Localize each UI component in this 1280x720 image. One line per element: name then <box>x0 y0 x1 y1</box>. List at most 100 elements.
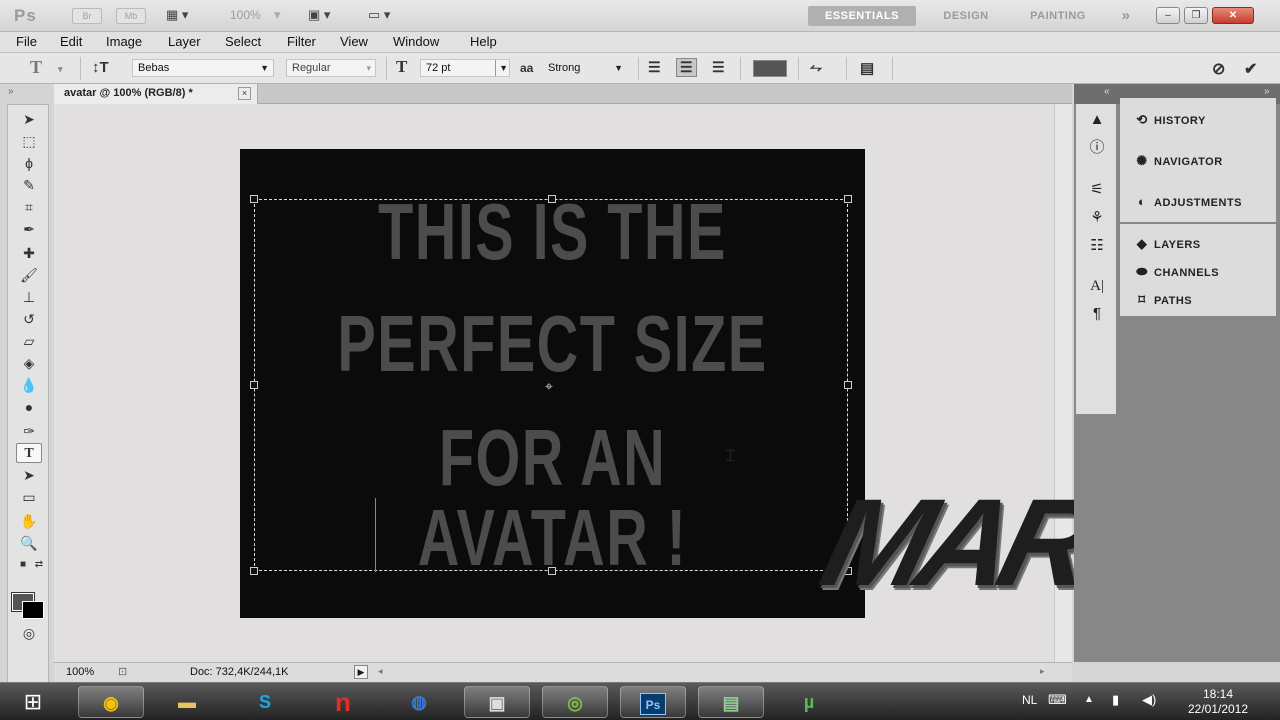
taskbar-photoshop[interactable]: Ps <box>620 686 686 718</box>
taskbar-camtasia[interactable]: ▤ <box>698 686 764 718</box>
type-tool-icon[interactable]: T <box>16 443 42 463</box>
network-icon[interactable]: ▮ <box>1112 692 1119 708</box>
healing-brush-tool-icon[interactable]: ✚ <box>16 243 42 263</box>
restore-button[interactable]: ❐ <box>1184 7 1208 24</box>
zoom-level[interactable]: 100% <box>230 8 261 22</box>
panel-adjustments[interactable]: ◐ ADJUSTMENTS <box>1130 192 1276 212</box>
background-color-swatch[interactable] <box>22 601 44 619</box>
font-style-dropdown[interactable]: Regular ▾ <box>286 59 376 77</box>
panel-channels[interactable]: ⬬ CHANNELS <box>1130 262 1276 282</box>
zoom-tool-icon[interactable]: 🔍 <box>16 533 42 553</box>
mini-bridge-button[interactable]: Mb <box>116 8 146 24</box>
status-zoom[interactable]: 100% <box>66 666 94 678</box>
swap-colors-icon[interactable]: ⇄ <box>26 555 52 575</box>
paint-bucket-tool-icon[interactable]: ◈ <box>16 353 42 373</box>
arrange-documents-icon[interactable]: ▣ ▾ <box>308 7 330 23</box>
more-workspaces-icon[interactable]: » <box>1112 6 1140 26</box>
move-tool-icon[interactable]: ➤ <box>16 109 42 129</box>
screen-mode-icon[interactable]: ▭ ▾ <box>368 7 390 23</box>
menu-layer[interactable]: Layer <box>168 34 201 49</box>
close-window-button[interactable]: ✕ <box>1212 7 1254 24</box>
preset-dropdown-icon[interactable]: ▾ <box>58 64 63 75</box>
taskbar-chrome[interactable]: ◉ <box>78 686 144 718</box>
panel-history[interactable]: ⟲ HISTORY <box>1130 110 1276 130</box>
show-hidden-icons-icon[interactable]: ▲ <box>1084 694 1094 705</box>
scroll-right-icon[interactable]: ▸ <box>1040 666 1045 677</box>
menu-edit[interactable]: Edit <box>60 34 82 49</box>
paragraph-icon[interactable]: ¶ <box>1086 304 1108 324</box>
status-menu-icon[interactable]: ▶ <box>354 665 368 679</box>
tool-presets-icon[interactable]: ☷ <box>1086 236 1108 256</box>
taskbar-n-app[interactable]: n <box>310 686 376 718</box>
reference-point-icon[interactable]: ⌖ <box>545 378 553 395</box>
volume-icon[interactable]: ◀) <box>1142 692 1156 708</box>
history-brush-tool-icon[interactable]: ↺ <box>16 309 42 329</box>
panel-layers[interactable]: ◆ LAYERS <box>1130 234 1276 254</box>
character-panel-icon[interactable]: ▤ <box>860 59 874 77</box>
quick-selection-tool-icon[interactable]: ✎ <box>16 175 42 195</box>
collapse-panels-icon[interactable]: » <box>1264 86 1270 97</box>
status-export-icon[interactable]: ⊡ <box>118 665 127 678</box>
transform-handle[interactable] <box>548 567 556 575</box>
transform-handle[interactable] <box>250 567 258 575</box>
taskbar-utorrent[interactable]: µ <box>776 686 842 718</box>
panel-paths[interactable]: ⌑ PATHS <box>1130 290 1276 310</box>
clock[interactable]: 18:14 22/01/2012 <box>1178 687 1258 717</box>
taskbar-explorer[interactable]: ▬ <box>154 686 220 718</box>
view-extras-icon[interactable]: ▦ ▾ <box>166 7 188 23</box>
clone-stamp-tool-icon[interactable]: ⊥ <box>16 287 42 307</box>
info-icon[interactable]: ⓘ <box>1086 138 1108 158</box>
hand-tool-icon[interactable]: ✋ <box>16 511 42 531</box>
input-language[interactable]: NL <box>1022 693 1037 707</box>
clone-source-icon[interactable]: ⚘ <box>1086 208 1108 228</box>
taskbar-media[interactable]: ▣ <box>464 686 530 718</box>
keyboard-icon[interactable]: ⌨ <box>1048 692 1067 708</box>
menu-filter[interactable]: Filter <box>287 34 316 49</box>
minimize-button[interactable]: – <box>1156 7 1180 24</box>
cancel-edits-icon[interactable]: ⊘ <box>1212 59 1225 79</box>
font-family-dropdown[interactable]: Bebas ▼ <box>132 59 274 77</box>
eraser-tool-icon[interactable]: ▱ <box>16 331 42 351</box>
eyedropper-tool-icon[interactable]: ✒ <box>16 219 42 239</box>
crop-tool-icon[interactable]: ⌗ <box>16 197 42 217</box>
workspace-design[interactable]: DESIGN <box>926 6 1006 26</box>
collapse-toolbox-icon[interactable]: » <box>8 86 14 97</box>
transform-handle[interactable] <box>844 195 852 203</box>
menu-view[interactable]: View <box>340 34 368 49</box>
commit-edits-icon[interactable]: ✔ <box>1244 59 1257 79</box>
zoom-dropdown-icon[interactable]: ▾ <box>274 7 281 23</box>
bridge-button[interactable]: Br <box>72 8 102 24</box>
brush-presets-icon[interactable]: ⚟ <box>1086 180 1108 200</box>
close-document-icon[interactable]: × <box>238 87 251 100</box>
menu-image[interactable]: Image <box>106 34 142 49</box>
start-button[interactable]: ⊞ <box>12 685 54 719</box>
expand-panels-icon[interactable]: « <box>1104 86 1110 97</box>
workspace-painting[interactable]: PAINTING <box>1014 6 1102 26</box>
menu-help[interactable]: Help <box>470 34 497 49</box>
align-center-icon[interactable]: ☰ <box>676 58 697 77</box>
taskbar-skype[interactable]: S <box>232 686 298 718</box>
histogram-icon[interactable]: ▲ <box>1086 110 1108 130</box>
scroll-left-icon[interactable]: ◂ <box>378 666 383 677</box>
workspace-essentials[interactable]: ESSENTIALS <box>808 6 916 26</box>
menu-select[interactable]: Select <box>225 34 261 49</box>
transform-handle[interactable] <box>250 195 258 203</box>
blur-tool-icon[interactable]: 💧 <box>16 375 42 395</box>
pen-tool-icon[interactable]: ✑ <box>16 421 42 441</box>
dodge-tool-icon[interactable]: ● <box>16 397 42 417</box>
font-size-dropdown[interactable]: 72 pt ▼ <box>420 59 510 77</box>
antialias-dropdown[interactable]: Strong ▼ <box>542 59 628 77</box>
transform-handle[interactable] <box>844 381 852 389</box>
lasso-tool-icon[interactable]: ϕ <box>16 153 42 173</box>
rectangle-tool-icon[interactable]: ▭ <box>16 487 42 507</box>
menu-window[interactable]: Window <box>393 34 439 49</box>
taskbar-spotify[interactable]: ◎ <box>542 686 608 718</box>
align-right-icon[interactable]: ☰ <box>712 59 725 76</box>
align-left-icon[interactable]: ☰ <box>648 59 661 76</box>
quick-mask-icon[interactable]: ◎ <box>16 623 42 643</box>
toggle-text-orientation-icon[interactable]: ↕T <box>92 59 109 76</box>
type-tool-preset-icon[interactable]: T <box>30 57 42 78</box>
transform-handle[interactable] <box>548 195 556 203</box>
warp-text-icon[interactable]: ⥊ <box>810 59 822 76</box>
menu-file[interactable]: File <box>16 34 37 49</box>
